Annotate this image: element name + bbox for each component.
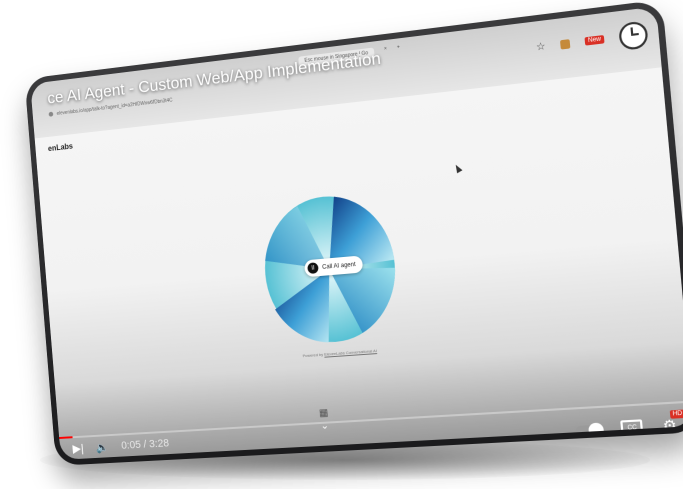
time-current: 0:05	[120, 439, 142, 452]
settings-icon[interactable]: ⚙ HD	[662, 409, 683, 435]
extension-icon[interactable]	[559, 38, 571, 50]
screenshot-stage: Esc mouse in Singapore | Go × + elevenla…	[0, 0, 683, 489]
hd-badge: HD	[670, 409, 683, 419]
chrome-toolbar: ☆ New	[535, 20, 649, 60]
star-icon[interactable]: ☆	[536, 41, 546, 53]
right-player-controls: CC ⚙ HD	[575, 409, 683, 439]
chevron-down-icon[interactable]: ⌄	[320, 421, 329, 432]
brand-logo: enLabs	[47, 141, 74, 154]
new-badge[interactable]: New	[584, 35, 605, 46]
video-progress-bar[interactable]	[59, 400, 683, 439]
next-icon[interactable]: ▶|	[72, 441, 84, 455]
powered-by-link[interactable]: ElevenLabs Conversational AI	[324, 348, 377, 357]
mouse-cursor-icon	[453, 163, 463, 174]
film-icon[interactable]: ▦	[319, 408, 329, 419]
device-frame: Esc mouse in Singapore | Go × + elevenla…	[24, 0, 683, 466]
voice-orb: II Call AI agent	[258, 189, 402, 347]
powered-by-text: Powered by ElevenLabs Conversational AI	[271, 346, 409, 361]
center-overlay: ▦ ⌄	[319, 408, 330, 432]
elevenlabs-icon: II	[307, 262, 319, 275]
left-player-controls: ▶| 🔈 0:05 / 3:28	[72, 437, 169, 456]
site-info-icon[interactable]	[48, 111, 54, 118]
volume-icon[interactable]: 🔈	[96, 440, 109, 453]
new-tab-icon[interactable]: +	[397, 44, 401, 54]
autoplay-toggle[interactable]	[575, 424, 603, 436]
video-progress-fill	[59, 436, 73, 439]
subtitles-icon[interactable]: CC	[620, 418, 644, 437]
video-screen[interactable]: Esc mouse in Singapore | Go × + elevenla…	[30, 6, 683, 460]
clock-icon[interactable]	[618, 20, 649, 51]
powered-by-prefix: Powered by	[302, 351, 325, 359]
time-readout: 0:05 / 3:28	[121, 438, 170, 452]
close-tab-icon[interactable]: ×	[384, 46, 388, 56]
time-total: 3:28	[148, 437, 170, 451]
call-button-label: Call AI agent	[321, 261, 356, 271]
